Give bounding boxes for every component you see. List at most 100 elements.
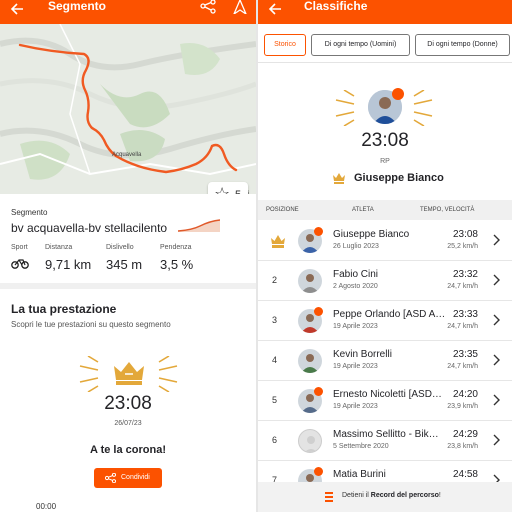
page-title: Classifiche xyxy=(304,0,368,13)
row-rank: 3 xyxy=(272,315,278,325)
chevron-right-icon xyxy=(493,274,500,286)
star-icon: ☆ xyxy=(214,184,231,194)
elevation-profile-icon xyxy=(178,219,220,232)
stat-grade-value: 3,5 % xyxy=(160,257,194,272)
table-row[interactable]: 4 Kevin Borrelli 19 Aprile 2023 23:35 24,7 k… xyxy=(258,341,512,381)
stat-distance: Distanza 9,71 km xyxy=(45,244,91,272)
row-speed: 24,7 km/h xyxy=(447,363,478,370)
peek-text: 00:00 xyxy=(36,502,57,511)
header-divider xyxy=(258,62,512,63)
chevron-right-icon xyxy=(493,354,500,366)
stat-elevation-value: 345 m xyxy=(106,257,143,272)
leader-rp-label: RP xyxy=(380,158,390,165)
celebration-rays-icon xyxy=(79,356,99,392)
row-avatar[interactable] xyxy=(298,269,322,293)
table-row[interactable]: 2 Fabio Cini 2 Agosto 2020 23:32 24,7 km/h xyxy=(258,261,512,301)
column-athlete: ATLETA xyxy=(352,207,374,213)
star-count: 5 xyxy=(235,189,241,194)
star-segment-button[interactable]: ☆ 5 xyxy=(208,182,248,194)
subscriber-badge xyxy=(314,467,323,476)
tab-storico[interactable]: Storico xyxy=(264,34,306,56)
row-rank: 6 xyxy=(272,435,278,445)
table-row[interactable]: Giuseppe Bianco 26 Luglio 2023 23:08 25,2 k… xyxy=(258,221,512,261)
row-time: 24:29 xyxy=(452,429,478,440)
subscriber-badge xyxy=(392,88,404,100)
page-title: Segmento xyxy=(48,0,107,13)
segment-name: bv acquavella-bv stellacilento xyxy=(11,221,168,235)
stat-elevation: Dislivello 345 m xyxy=(106,244,142,272)
map-town-label: Acquavella xyxy=(112,152,142,158)
course-record-bold: Record del percorso xyxy=(370,492,439,499)
chevron-right-icon xyxy=(493,234,500,246)
row-time: 23:35 xyxy=(452,349,478,360)
row-date: 19 Aprile 2023 xyxy=(333,323,378,330)
row-athlete-name: Massimo Sellitto - Bik… xyxy=(333,429,439,440)
section-divider xyxy=(0,283,256,289)
crown-icon xyxy=(271,235,285,248)
trophy-icon xyxy=(325,492,333,502)
row-time: 24:58 xyxy=(452,469,478,480)
performance-title: La tua prestazione xyxy=(11,302,117,316)
tab-all-time-men[interactable]: Di ogni tempo (Uomini) xyxy=(311,34,410,56)
row-athlete-name: Fabio Cini xyxy=(333,269,379,280)
segment-map[interactable]: Acquavella Si ella ☆ 5 xyxy=(0,24,256,194)
leader-name[interactable]: Giuseppe Bianco xyxy=(354,172,444,184)
performance-date: 26/07/23 xyxy=(114,420,142,427)
share-button-label: Condividi xyxy=(121,474,150,481)
row-athlete-name: Giuseppe Bianco xyxy=(333,229,410,240)
leaderboard-panel: Classifiche Storico Di ogni tempo (Uomin… xyxy=(258,0,512,512)
row-speed: 23,8 km/h xyxy=(447,443,478,450)
tab-all-time-women[interactable]: Di ogni tempo (Donne) xyxy=(415,34,510,56)
segment-app-bar: Segmento xyxy=(0,0,256,24)
performance-time: 23:08 xyxy=(104,393,152,414)
back-arrow-icon[interactable] xyxy=(268,2,282,21)
celebration-rays-icon xyxy=(413,90,433,126)
crown-message: A te la corona! xyxy=(90,444,166,456)
row-date: 19 Aprile 2023 xyxy=(333,363,378,370)
row-speed: 23,9 km/h xyxy=(447,403,478,410)
performance-subtitle: Scopri le tue prestazioni su questo segm… xyxy=(11,320,171,329)
row-athlete-name: Matia Burini xyxy=(333,469,386,480)
stat-grade-label: Pendenza xyxy=(160,244,192,251)
column-time-speed: TEMPO, VELOCITÀ xyxy=(420,207,475,213)
share-button[interactable]: Condividi xyxy=(94,468,162,488)
subscriber-badge xyxy=(314,227,323,236)
row-speed: 24,7 km/h xyxy=(447,283,478,290)
row-time: 23:08 xyxy=(452,229,478,240)
table-row[interactable]: 5 Ernesto Nicoletti [ASD… 19 Aprile 2023 24… xyxy=(258,381,512,421)
row-speed: 24,7 km/h xyxy=(447,323,478,330)
row-avatar[interactable] xyxy=(298,429,322,453)
segment-label: Segmento xyxy=(11,208,48,217)
leaderboard-app-bar: Classifiche xyxy=(258,0,512,24)
stat-sport-label: Sport xyxy=(11,244,28,251)
leaderboard-filter-tabs: Storico Di ogni tempo (Uomini) Di ogni t… xyxy=(258,34,512,56)
course-record-banner[interactable]: Detieni il Record del percorso! xyxy=(258,482,512,512)
row-athlete-name: Kevin Borrelli xyxy=(333,349,392,360)
stat-distance-value: 9,71 km xyxy=(45,257,92,272)
stat-sport: Sport xyxy=(11,244,29,272)
row-athlete-name: Ernesto Nicoletti [ASD… xyxy=(333,389,442,400)
row-avatar[interactable] xyxy=(298,349,322,373)
row-time: 24:20 xyxy=(452,389,478,400)
chevron-right-icon xyxy=(493,434,500,446)
row-athlete-name: Peppe Orlando [ASD A… xyxy=(333,309,445,320)
column-position: POSIZIONE xyxy=(266,207,299,213)
back-arrow-icon[interactable] xyxy=(10,2,24,21)
row-rank: 5 xyxy=(272,395,278,405)
row-speed: 25,2 km/h xyxy=(447,243,478,250)
row-rank: 4 xyxy=(272,355,278,365)
crown-icon xyxy=(333,173,345,184)
subscriber-badge xyxy=(314,307,323,316)
stat-elevation-label: Dislivello xyxy=(106,244,134,251)
bike-icon xyxy=(11,257,29,272)
table-row[interactable]: 6 Massimo Sellitto - Bik… 5 Settembre 2020… xyxy=(258,421,512,461)
crown-icon xyxy=(114,362,144,385)
row-date: 19 Aprile 2023 xyxy=(333,403,378,410)
share-icon xyxy=(105,473,116,483)
navigation-icon[interactable] xyxy=(232,0,248,19)
stat-distance-label: Distanza xyxy=(45,244,73,251)
subscriber-badge xyxy=(314,387,323,396)
table-row[interactable]: 3 Peppe Orlando [ASD A… 19 Aprile 2023 23:3… xyxy=(258,301,512,341)
leader-time: 23:08 xyxy=(361,130,409,151)
share-icon[interactable] xyxy=(200,0,216,19)
